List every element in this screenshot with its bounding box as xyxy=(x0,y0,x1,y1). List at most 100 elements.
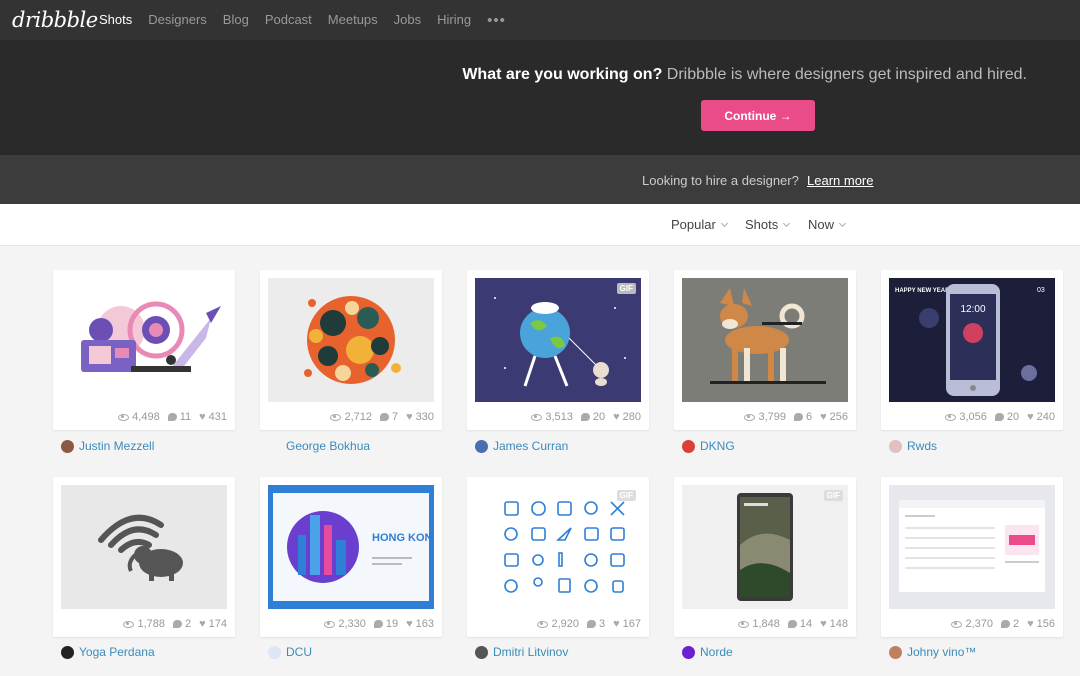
likes-stat[interactable]: ♥ 280 xyxy=(613,411,641,423)
comments-stat[interactable]: 19 xyxy=(373,618,399,630)
shot-author[interactable]: Justin Mezzell xyxy=(61,439,154,453)
eye-icon xyxy=(951,620,963,628)
comments-count: 7 xyxy=(391,411,399,423)
shot-author[interactable]: DCU xyxy=(268,645,312,659)
shot-card[interactable]: GIF 1,848 14 ♥ 148 xyxy=(674,477,856,637)
continue-button[interactable]: Continue → xyxy=(701,100,815,131)
shot-thumbnail[interactable]: HAPPY NEW YEAR 03 12:00 xyxy=(889,278,1055,402)
likes-count: 240 xyxy=(1036,411,1055,423)
comment-icon xyxy=(580,413,590,421)
likes-count: 156 xyxy=(1036,618,1055,630)
shot-card[interactable]: HONG KONG 2,330 19 ♥163 xyxy=(260,477,442,637)
hero-tagline: Dribbble is where designers get inspired… xyxy=(662,66,1027,83)
more-menu-icon[interactable]: ••• xyxy=(487,12,506,29)
likes-stat[interactable]: ♥ 256 xyxy=(820,411,848,423)
shot-thumbnail[interactable] xyxy=(61,485,227,609)
shot-author[interactable]: James Curran xyxy=(475,439,568,453)
avatar xyxy=(61,645,74,659)
author-name: Justin Mezzell xyxy=(79,439,155,453)
heart-icon: ♥ xyxy=(613,411,620,423)
avatar xyxy=(61,439,74,453)
avatar xyxy=(268,440,281,453)
comments-stat[interactable]: 14 xyxy=(787,618,813,630)
likes-stat[interactable]: ♥ 148 xyxy=(820,618,848,630)
likes-stat[interactable]: ♥ 167 xyxy=(613,618,641,630)
likes-stat[interactable]: ♥ 330 xyxy=(406,411,434,423)
shot-stats: 2,712 7 ♥ 330 xyxy=(330,411,434,423)
shot-card[interactable]: 2,712 7 ♥ 330 xyxy=(260,270,442,430)
comments-count: 20 xyxy=(1006,411,1020,423)
views-count: 3,799 xyxy=(758,411,786,423)
shot-card[interactable]: GIF 3,513 20 ♥ 280 xyxy=(467,270,649,430)
shot-thumbnail[interactable]: HONG KONG xyxy=(268,485,434,609)
likes-stat[interactable]: ♥ 163 xyxy=(406,618,434,630)
elephant-wifi-illustration xyxy=(98,514,183,581)
space-illustration xyxy=(81,301,221,372)
learn-more-link[interactable]: Learn more xyxy=(807,173,873,188)
dribbble-logo[interactable]: dribbble xyxy=(12,8,98,32)
nav-item-shots[interactable]: Shots xyxy=(99,12,132,29)
comments-stat[interactable]: 11 xyxy=(167,411,191,423)
comments-count: 19 xyxy=(385,618,399,630)
top-nav: dribbble Shots Designers Blog Podcast Me… xyxy=(0,0,1080,40)
shot-thumbnail[interactable] xyxy=(889,485,1055,609)
eye-icon xyxy=(324,620,336,628)
author-name: Norde xyxy=(700,645,733,659)
shot-card[interactable]: 2,370 2 ♥ 156 xyxy=(881,477,1063,637)
shot-thumbnail[interactable]: GIF xyxy=(682,485,848,609)
comments-count: 2 xyxy=(184,618,192,630)
likes-stat[interactable]: ♥ 240 xyxy=(1027,411,1055,423)
filter-now[interactable]: Now xyxy=(808,217,847,232)
shot-author[interactable]: Johny vino™ xyxy=(889,645,976,659)
comments-stat[interactable]: 20 xyxy=(994,411,1020,423)
filter-shots[interactable]: Shots xyxy=(745,217,791,232)
shot-thumbnail[interactable]: GIF xyxy=(475,485,641,609)
shot-author[interactable]: Dmitri Litvinov xyxy=(475,645,568,659)
dcu-title: HONG KONG xyxy=(372,532,434,544)
comments-stat[interactable]: 3 xyxy=(586,618,605,630)
avatar xyxy=(682,645,695,659)
filter-popular[interactable]: Popular xyxy=(671,217,728,232)
shot-thumbnail[interactable] xyxy=(682,278,848,402)
nav-item-meetups[interactable]: Meetups xyxy=(328,12,378,29)
eye-icon xyxy=(330,413,342,421)
shot-author[interactable]: Rwds xyxy=(889,439,937,453)
shot-card[interactable]: HAPPY NEW YEAR 03 12:00 3,056 20 ♥ 240 xyxy=(881,270,1063,430)
shot-thumbnail[interactable]: GIF xyxy=(475,278,641,402)
likes-stat[interactable]: ♥ 174 xyxy=(199,618,227,630)
comments-count: 14 xyxy=(799,618,813,630)
shot-author[interactable]: Norde xyxy=(682,645,733,659)
shot-author[interactable]: DKNG xyxy=(682,439,735,453)
hire-text: Looking to hire a designer? xyxy=(642,173,799,188)
likes-stat[interactable]: ♥ 156 xyxy=(1027,618,1055,630)
nav-item-blog[interactable]: Blog xyxy=(223,12,249,29)
nav-item-jobs[interactable]: Jobs xyxy=(394,12,421,29)
dashboard-illustration xyxy=(899,500,1045,592)
comments-count: 6 xyxy=(805,411,813,423)
comments-stat[interactable]: 2 xyxy=(1000,618,1019,630)
views-stat: 2,370 xyxy=(951,618,993,630)
nav-item-hiring[interactable]: Hiring xyxy=(437,12,471,29)
eye-icon xyxy=(531,413,543,421)
shot-card[interactable]: 3,799 6 ♥ 256 xyxy=(674,270,856,430)
views-stat: 2,330 xyxy=(324,618,366,630)
shot-author[interactable]: Yoga Perdana xyxy=(61,645,155,659)
shot-thumbnail[interactable] xyxy=(268,278,434,402)
shot-thumbnail[interactable] xyxy=(61,278,227,402)
shot-card[interactable]: GIF 2,920 3 ♥ 167 xyxy=(467,477,649,637)
shot-author[interactable]: George Bokhua xyxy=(268,439,370,453)
views-count: 1,788 xyxy=(137,618,165,630)
icon-set-illustration xyxy=(504,501,625,593)
shot-card[interactable]: 1,788 2 ♥ 174 xyxy=(53,477,235,637)
comments-stat[interactable]: 20 xyxy=(580,411,605,423)
comment-icon xyxy=(1000,620,1010,628)
comments-stat[interactable]: 6 xyxy=(793,411,813,423)
comments-stat[interactable]: 7 xyxy=(379,411,399,423)
author-name: Dmitri Litvinov xyxy=(493,645,569,659)
shot-card[interactable]: 4,498 11 ♥ 431 xyxy=(53,270,235,430)
shot-stats: 3,056 20 ♥ 240 xyxy=(945,411,1055,423)
comments-stat[interactable]: 2 xyxy=(172,618,192,630)
likes-stat[interactable]: ♥ 431 xyxy=(199,411,227,423)
nav-item-podcast[interactable]: Podcast xyxy=(265,12,312,29)
nav-item-designers[interactable]: Designers xyxy=(148,12,207,29)
